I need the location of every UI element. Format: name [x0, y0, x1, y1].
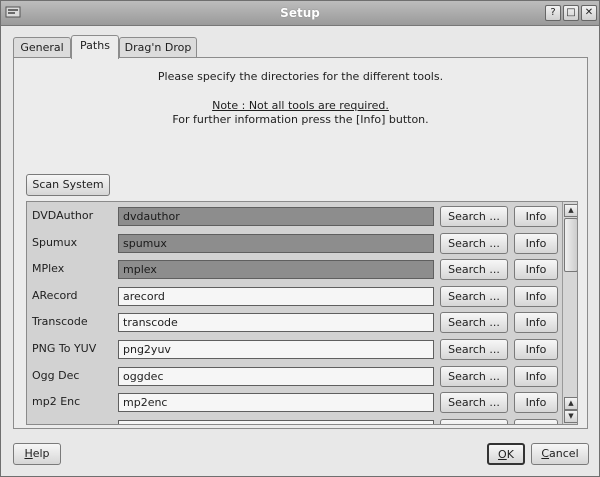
- scroll-up-icon[interactable]: ▲: [564, 204, 577, 217]
- cancel-mnemonic: C: [541, 447, 550, 460]
- instructions-text: Please specify the directories for the d…: [157, 70, 444, 83]
- info-button[interactable]: Info: [514, 259, 558, 281]
- tools-scrollbar[interactable]: ▲ ▲ ▼: [562, 202, 577, 424]
- search-button[interactable]: Search ...: [440, 312, 508, 334]
- tool-row: mp2 Enc mp2enc Search ... Info: [27, 390, 561, 416]
- search-button[interactable]: Search ...: [440, 285, 508, 307]
- info-button[interactable]: Info: [514, 418, 558, 424]
- help-button[interactable]: Help: [13, 443, 61, 465]
- tool-row: MPlex mplex Search ... Info: [27, 257, 561, 283]
- tool-path-input[interactable]: arecord: [118, 286, 434, 306]
- tool-row: ARecord arecord Search ... Info: [27, 284, 561, 310]
- tools-list: DVDAuthor dvdauthor Search ... Info Spumux sp…: [26, 201, 578, 425]
- tool-name-label: DVDAuthor: [32, 209, 94, 222]
- search-button[interactable]: Search ...: [440, 365, 508, 387]
- info-button[interactable]: Info: [514, 206, 558, 227]
- scroll-down-icon[interactable]: ▼: [564, 410, 577, 423]
- window-title: Setup: [280, 6, 320, 20]
- setup-window: Setup ? □ ✕ General Paths Drag'n Drop Pl…: [0, 0, 600, 477]
- tool-path-input[interactable]: mplex: [118, 260, 434, 280]
- tool-row: DVDAuthor dvdauthor Search ... Info: [27, 204, 561, 230]
- tool-path-input[interactable]: transcode: [118, 313, 434, 333]
- close-icon[interactable]: ✕: [581, 5, 597, 21]
- tool-path-input[interactable]: dvdauthor: [118, 207, 434, 226]
- search-button[interactable]: Search ...: [440, 259, 508, 281]
- ok-label-rest: K: [506, 448, 514, 461]
- tool-row: PNG To YUV png2yuv Search ... Info: [27, 337, 561, 363]
- scrollbar-thumb[interactable]: [564, 218, 577, 272]
- tab-paths[interactable]: Paths: [71, 35, 119, 59]
- help-icon[interactable]: ?: [545, 5, 561, 21]
- tool-path-input[interactable]: mp2enc: [118, 393, 434, 413]
- help-label-rest: elp: [32, 447, 50, 460]
- tool-row: Ogg Dec oggdec Search ... Info: [27, 364, 561, 390]
- tool-row: Search ... Info: [27, 417, 561, 424]
- tool-path-input[interactable]: oggdec: [118, 366, 434, 386]
- info-button[interactable]: Info: [514, 312, 558, 334]
- info-hint-text: For further information press the [Info]…: [172, 113, 429, 126]
- tool-name-label: mp2 Enc: [32, 395, 81, 409]
- scan-system-button[interactable]: Scan System: [26, 174, 110, 196]
- tool-name-label: Spumux: [32, 235, 78, 249]
- search-button[interactable]: Search ...: [440, 339, 508, 360]
- tool-row: Transcode transcode Search ... Info: [27, 310, 561, 336]
- tab-drag-n-drop[interactable]: Drag'n Drop: [119, 37, 197, 57]
- paths-panel: Please specify the directories for the d…: [13, 57, 588, 429]
- info-button[interactable]: Info: [514, 285, 558, 307]
- cancel-button[interactable]: Cancel: [531, 443, 589, 465]
- scroll-up-icon[interactable]: ▲: [564, 397, 577, 410]
- search-button[interactable]: Search ...: [440, 392, 508, 414]
- maximize-icon[interactable]: □: [563, 5, 579, 21]
- title-bar[interactable]: Setup ? □ ✕: [1, 1, 599, 26]
- search-button[interactable]: Search ...: [440, 418, 508, 424]
- tool-row: Spumux spumux Search ... Info: [27, 231, 561, 257]
- tool-name-label: Transcode: [32, 315, 88, 329]
- note-text: Note : Not all tools are required.: [212, 99, 389, 112]
- ok-mnemonic: O: [498, 448, 507, 461]
- info-button[interactable]: Info: [514, 365, 558, 387]
- help-mnemonic: H: [24, 447, 33, 460]
- tool-name-label: PNG To YUV: [32, 342, 97, 355]
- search-button[interactable]: Search ...: [440, 206, 508, 227]
- tab-general[interactable]: General: [13, 37, 71, 57]
- ok-button[interactable]: OK: [487, 443, 525, 465]
- info-button[interactable]: Info: [514, 232, 558, 254]
- cancel-label-rest: ancel: [549, 447, 579, 460]
- info-button[interactable]: Info: [514, 392, 558, 414]
- search-button[interactable]: Search ...: [440, 232, 508, 254]
- tool-path-input[interactable]: [118, 419, 434, 424]
- tool-path-input[interactable]: png2yuv: [118, 340, 434, 359]
- tool-name-label: MPlex: [32, 262, 65, 276]
- tool-name-label: Ogg Dec: [32, 368, 80, 382]
- tool-name-label: ARecord: [32, 288, 78, 302]
- tool-path-input[interactable]: spumux: [118, 233, 434, 253]
- info-button[interactable]: Info: [514, 339, 558, 360]
